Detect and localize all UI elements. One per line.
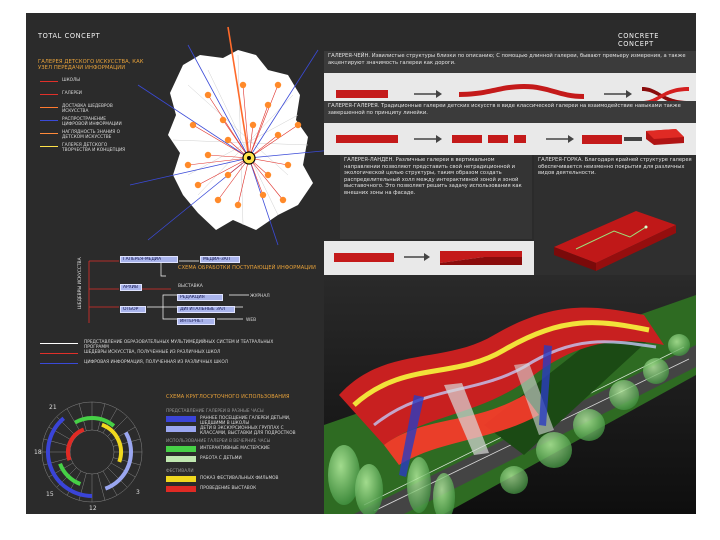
usage-color-swatch — [166, 416, 196, 422]
concept-1-text: ГАЛЕРЕЯ-ЧЕЙН. Извилистые структуры близк… — [324, 51, 696, 73]
concept-1-title: ГАЛЕРЕЯ-ЧЕЙН. — [328, 53, 371, 59]
map-school-dot — [264, 101, 272, 109]
map-legend-item: НАГЛЯДНОСТЬ ЗНАНИЯ О ДЕТСКОМ ИСКУССТВЕ — [62, 130, 121, 140]
flow-box-gallery-media: ГАЛЕРЕЯ-МЕДИА — [120, 256, 178, 263]
map-legend-swatch — [40, 94, 58, 96]
usage-color-swatch — [166, 476, 196, 482]
map-legend-swatch — [40, 120, 58, 122]
map-legend-item: ГАЛЕРЕИ — [62, 91, 83, 96]
map-school-dot — [249, 121, 257, 129]
flow-box-selection: ОТБОР — [120, 306, 146, 313]
map-legend-swatch — [40, 146, 58, 148]
concept-2-body: Традиционные галереи детских искусств в … — [328, 103, 681, 116]
concept-4-title: ГАЛЕРЕЯ-ГОРКА. — [538, 157, 584, 163]
clock-label-15: 15 — [46, 491, 54, 498]
clock-label-18: 18 — [34, 449, 42, 456]
clock-label-12: 12 — [89, 505, 97, 511]
concept-4-text: ГАЛЕРЕЯ-ГОРКА. Благодаря крайней структу… — [534, 155, 696, 201]
usage-color-swatch — [166, 486, 196, 492]
usage-row-label: ПРОВЕДЕНИЕ ВЫСТАВОК — [200, 486, 257, 491]
concept-3-title: ГАЛЕРЕЯ-ЛАНДЕН. — [344, 157, 395, 163]
gallery-center-dot — [247, 156, 251, 160]
usage-title: СХЕМА КРУГЛОСУТОЧНОГО ИСПОЛЬЗОВАНИЯ — [166, 394, 290, 400]
flow-box-editorial: РЕДАКЦИЯ — [177, 294, 223, 301]
map-legend-item: ГАЛЕРЕЯ ДЕТСКОГО ТВОРЧЕСТВА И КОНЦЕПЦИЯ — [62, 143, 126, 153]
flow-label-journal: ЖУРНАЛ — [250, 294, 270, 299]
map-school-dot — [184, 161, 192, 169]
gallery-3d-render — [324, 275, 696, 514]
concept-2-diagram — [336, 129, 684, 145]
concept-1-body: Извилистые структуры близки по описанию;… — [328, 53, 686, 66]
concept-3-text: ГАЛЕРЕЯ-ЛАНДЕН. Различные галереи в верт… — [340, 155, 532, 239]
flow-label-web: WEB — [246, 318, 257, 323]
usage-group-header: ИСПОЛЬЗОВАНИЕ ГАЛЕРЕИ В ВЕЧЕРНИЕ ЧАСЫ — [166, 439, 271, 444]
clock-ring-yellow — [101, 422, 123, 463]
map-school-dot — [274, 81, 282, 89]
map-school-dot — [194, 181, 202, 189]
usage-row-label: ДЕТИ В ЭКСКУРСИОННЫХ ГРУППАХ С КЛАССАМИ,… — [200, 426, 296, 436]
flow-box-archive: АРХИВ — [120, 284, 142, 291]
clock-ring-green — [74, 416, 93, 425]
usage-row-label: РАННЕЕ ПОСЕЩЕНИЕ ГАЛЕРЕИ ДЕТЬМИ, ШЕДШИМИ… — [200, 416, 291, 426]
header-total-concept: TOTAL CONCEPT — [38, 32, 101, 40]
clock-tick — [97, 473, 106, 501]
concept-3-diagram — [334, 251, 522, 265]
map-school-dot — [294, 121, 302, 129]
flow-legend-item: ЦИФРОВАЯ ИНФОРМАЦИЯ, ПОЛУЧЕННАЯ ИЗ РАЗЛИ… — [84, 360, 228, 365]
concept-2-text: ГАЛЕРЕЯ-ГАЛЕРЕЯ. Традиционные галереи де… — [324, 101, 696, 123]
usage-row-label: РАБОТА С ДЕТЬМИ — [200, 456, 242, 461]
city-map — [129, 26, 334, 246]
clock-diagram: 21 18 15 12 3 — [34, 401, 143, 511]
flow-legend-item: ПРЕДСТАВЛЕНИЕ ОБРАЗОВАТЕЛЬНЫХ МУЛЬТИМЕДИ… — [84, 340, 274, 350]
map-legend-swatch — [40, 107, 58, 109]
flow-legend-line — [40, 343, 78, 344]
usage-color-swatch — [166, 446, 196, 452]
map-legend-item: ДОСТАВКА ШЕДЕВРОВ ИСКУССТВА — [62, 104, 113, 114]
clock-tick — [113, 457, 141, 466]
header-concrete-concept: CONCRETE CONCEPT — [618, 32, 660, 48]
usage-row-label: ПОКАЗ ФЕСТИВАЛЬНЫХ ФИЛЬМОВ — [200, 476, 279, 481]
usage-row-label: ИНТЕРАКТИВНЫЕ МАСТЕРСКИЕ — [200, 446, 270, 451]
map-school-dot — [204, 91, 212, 99]
map-school-dot — [264, 171, 272, 179]
usage-color-swatch — [166, 426, 196, 432]
flow-legend-line — [40, 353, 78, 354]
clock-label-3: 3 — [136, 489, 140, 496]
flow-box-media-hall: МЕДИА-ЗАЛ — [200, 256, 240, 263]
poster-board: TOTAL CONCEPT CONCRETE CONCEPT ГАЛЕРЕЯ Д… — [26, 13, 696, 514]
usage-group-header: ПРЕДСТАВЛЕНИЕ ГАЛЕРЕИ В РАЗНЫЕ ЧАСЫ — [166, 409, 264, 414]
flow-box-digital-hall: ДИГИТАЛЬНЫЕ ЗАЛ — [177, 306, 235, 313]
map-school-dot — [224, 136, 232, 144]
map-school-dot — [259, 191, 267, 199]
map-school-dot — [239, 81, 247, 89]
flow-label-exhibition: ВЫСТАВКА — [178, 284, 203, 289]
map-school-dot — [234, 201, 242, 209]
map-school-dot — [214, 196, 222, 204]
map-legend-item: ШКОЛЫ — [62, 78, 81, 83]
map-school-dot — [279, 196, 287, 204]
map-school-dot — [204, 151, 212, 159]
map-school-dot — [224, 171, 232, 179]
map-legend-swatch — [40, 81, 58, 83]
concept-3-body: Различные галереи в вертикальном направл… — [344, 157, 522, 196]
flow-legend-item: ШЕДЕВРЫ ИСКУССТВА, ПОЛУЧЕННЫЕ ИЗ РАЗЛИЧН… — [84, 350, 221, 355]
flow-box-internet: ИНТЕРНЕТ — [177, 318, 215, 325]
map-school-dot — [219, 116, 227, 124]
concept-4-ramp-render — [534, 201, 696, 275]
concept-2-title: ГАЛЕРЕЯ-ГАЛЕРЕЯ. — [328, 103, 380, 109]
map-school-dot — [189, 121, 197, 129]
usage-group-header: ФЕСТИВАЛИ — [166, 469, 194, 474]
clock-label-21: 21 — [49, 404, 57, 411]
flow-legend-line — [40, 363, 78, 364]
map-legend-swatch — [40, 133, 58, 135]
usage-color-swatch — [166, 456, 196, 462]
map-school-dot — [274, 131, 282, 139]
map-legend-item: РАСПРОСТРАНЕНИЕ ЦИФРОВОЙ ИНФОРМАЦИИ — [62, 117, 122, 127]
map-school-dot — [284, 161, 292, 169]
